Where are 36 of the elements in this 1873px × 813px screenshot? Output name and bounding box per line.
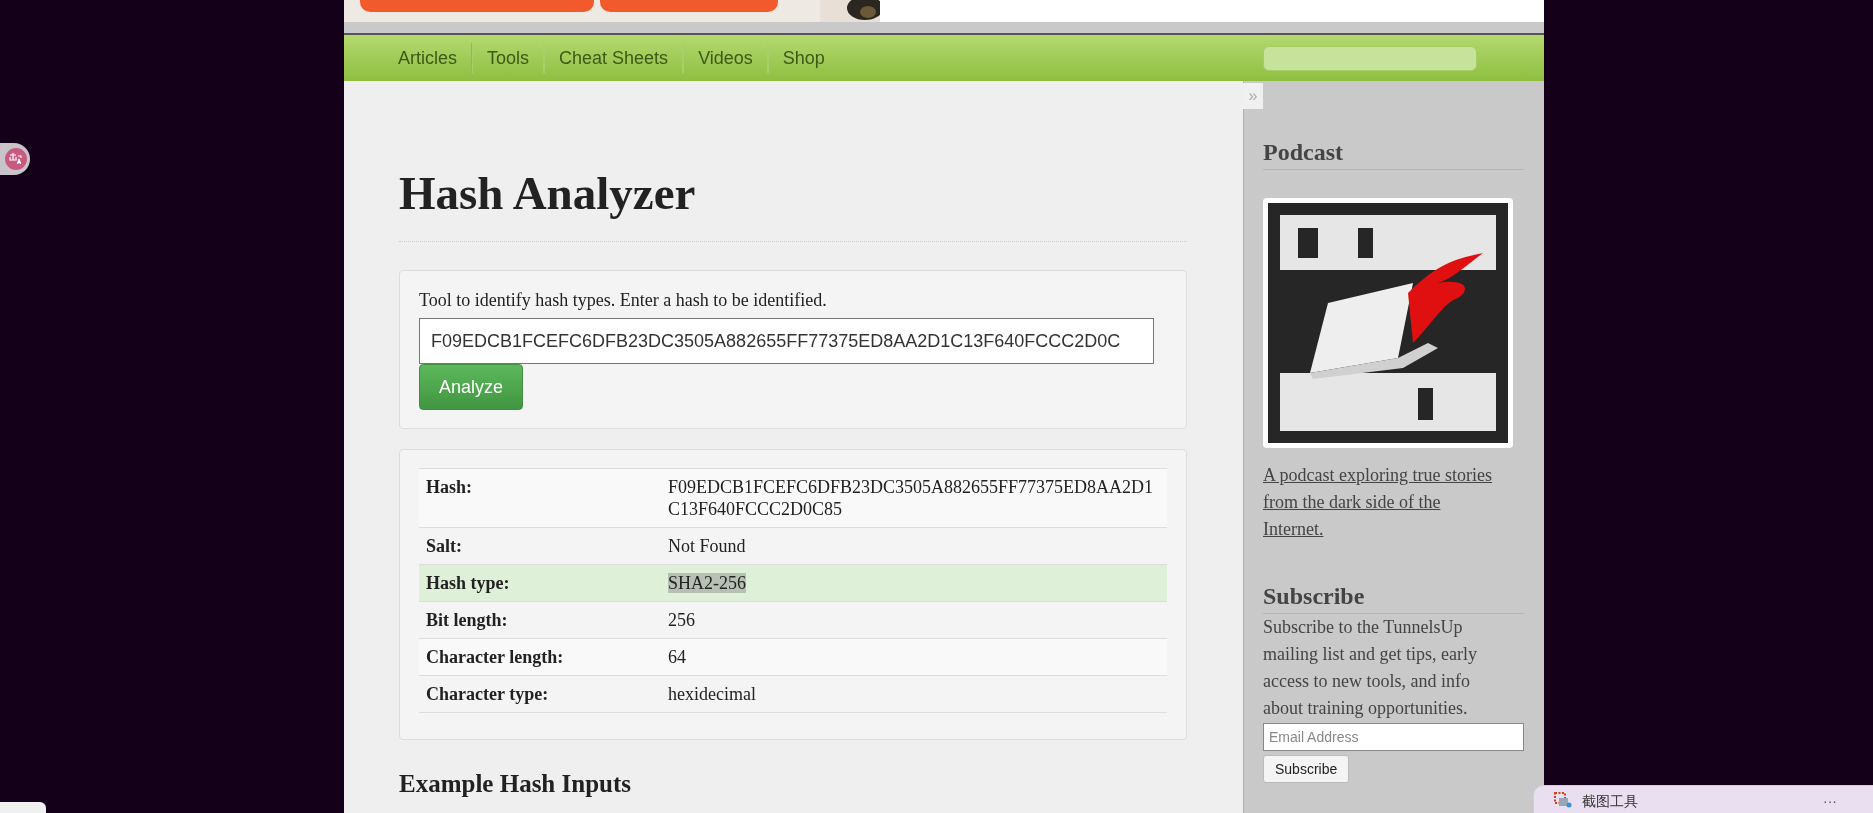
result-value: Not Found	[668, 535, 747, 557]
result-value: hexidecimal	[668, 683, 757, 705]
sidebar-heading: Podcast	[1263, 137, 1524, 170]
subscribe-text: Subscribe to the TunnelsUp mailing list and get tips, early access to new tools, and info about training opportunities.	[1263, 616, 1478, 720]
notification-title: 截图工具	[1582, 792, 1638, 810]
analyze-button[interactable]: Analyze	[419, 364, 523, 410]
email-field[interactable]: Email Address	[1263, 723, 1524, 751]
nav-link[interactable]: Cheat Sheets	[544, 43, 684, 73]
snipping-tool-icon	[1554, 792, 1572, 808]
nav-link[interactable]: Tools	[472, 43, 545, 73]
translate-icon	[5, 148, 27, 170]
result-label: Hash type:	[425, 572, 511, 594]
panel-corner	[0, 802, 46, 813]
result-label: Bit length:	[425, 609, 509, 631]
podcast-link[interactable]: A podcast exploring true stories from the dark side of the Internet.	[1263, 462, 1498, 543]
result-label: Salt:	[425, 535, 463, 557]
result-value: 256	[668, 609, 696, 631]
result-label: Hash:	[425, 476, 473, 499]
page-title: Hash Analyzer	[399, 165, 1187, 242]
banner-button[interactable]	[600, 0, 778, 12]
result-label: Character type:	[425, 683, 550, 705]
banner-button[interactable]	[360, 0, 594, 12]
result-value: F09EDCB1FCEFC6DFB23DC3505A882655FF77375ED8AA2D1C13F640FCCC2D0C85	[668, 476, 1155, 520]
result-label: Character length:	[425, 646, 565, 668]
result-value: SHA2-256	[668, 572, 748, 594]
translate-widget[interactable]	[0, 143, 30, 175]
search-field[interactable]	[1263, 45, 1477, 71]
instructions: Tool to identify hash types. Enter a hash to be identified.	[419, 289, 828, 312]
hash-input[interactable]: F09EDCB1FCEFC6DFB23DC3505A882655FF77375ED8AA2D1C13F640FCCC2D0C	[419, 318, 1154, 364]
more-button[interactable]: ···	[1823, 792, 1837, 810]
nav-link[interactable]: Videos	[683, 43, 768, 73]
section-heading: Example Hash Inputs	[399, 769, 633, 799]
sidebar-heading: Subscribe	[1263, 581, 1524, 614]
nav-link[interactable]: Shop	[767, 43, 839, 73]
subscribe-button[interactable]: Subscribe	[1263, 755, 1350, 783]
result-value: 64	[668, 646, 687, 668]
